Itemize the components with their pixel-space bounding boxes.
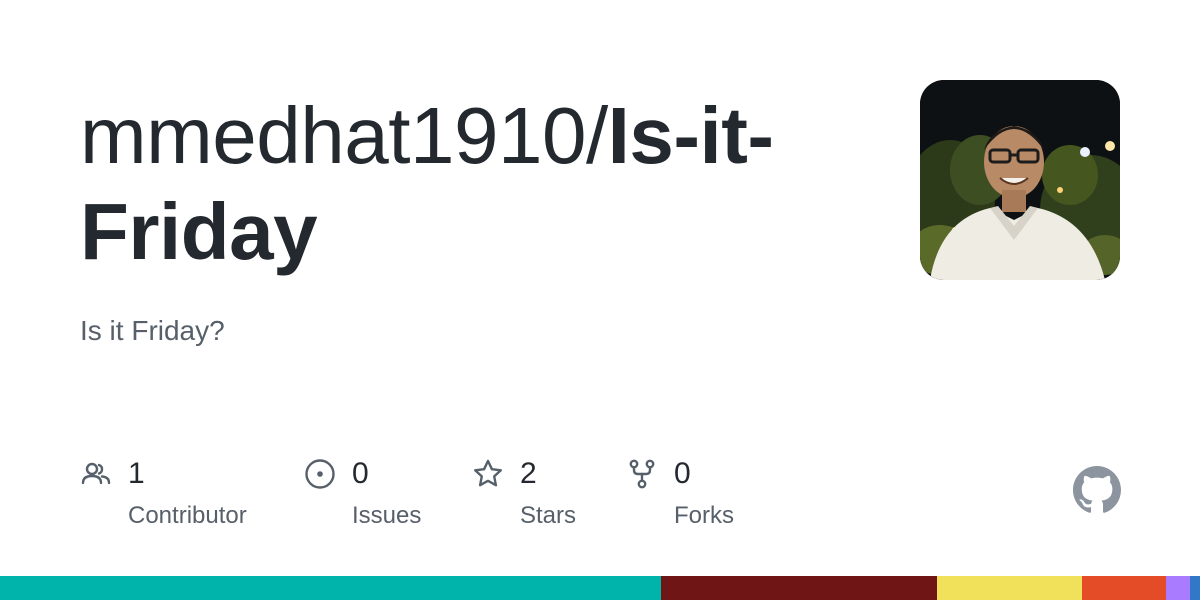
stat-contributors[interactable]: 1 Contributor bbox=[80, 456, 280, 536]
stars-label: Stars bbox=[520, 502, 577, 529]
repo-social-card: mmedhat1910/Is-it-Friday Is it Friday? 1… bbox=[0, 0, 1200, 600]
language-bar-segment bbox=[0, 576, 662, 600]
stat-issues[interactable]: 0 Issues bbox=[304, 456, 454, 536]
owner-avatar[interactable] bbox=[920, 80, 1120, 280]
issues-count: 0 bbox=[352, 457, 369, 490]
language-bar-segment bbox=[661, 576, 938, 600]
language-bar bbox=[0, 576, 1200, 600]
repo-owner[interactable]: mmedhat1910/ bbox=[80, 91, 608, 180]
language-bar-segment bbox=[1166, 576, 1191, 600]
language-bar-segment bbox=[1190, 576, 1200, 600]
github-logo-icon[interactable] bbox=[1073, 466, 1121, 514]
repo-description: Is it Friday? bbox=[80, 315, 225, 346]
stat-forks[interactable]: 0 Forks bbox=[626, 456, 776, 536]
repo-forked-icon bbox=[629, 459, 655, 489]
language-bar-segment bbox=[1082, 576, 1167, 600]
forks-label: Forks bbox=[674, 502, 734, 529]
avatar-photo bbox=[920, 80, 1120, 280]
issue-opened-icon bbox=[305, 459, 335, 489]
contributors-count: 1 bbox=[128, 457, 145, 490]
stars-count: 2 bbox=[520, 457, 537, 490]
language-bar-segment bbox=[937, 576, 1083, 600]
star-icon bbox=[474, 459, 502, 487]
stat-stars[interactable]: 2 Stars bbox=[472, 456, 612, 536]
issues-label: Issues bbox=[352, 502, 422, 529]
forks-count: 0 bbox=[674, 457, 691, 490]
contributors-label: Contributor bbox=[128, 502, 247, 529]
people-icon bbox=[81, 462, 111, 485]
repo-title[interactable]: mmedhat1910/Is-it-Friday bbox=[80, 88, 840, 280]
